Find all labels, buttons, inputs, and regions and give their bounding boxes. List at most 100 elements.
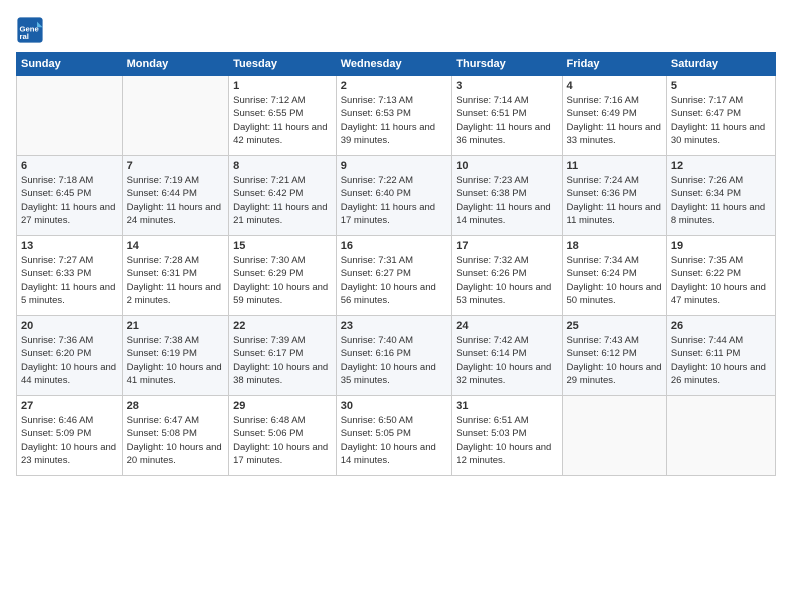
col-header-monday: Monday bbox=[122, 53, 229, 76]
day-cell: 7 Sunrise: 7:19 AMSunset: 6:44 PMDaylight… bbox=[122, 156, 229, 236]
day-number: 12 bbox=[671, 160, 771, 172]
day-number: 23 bbox=[341, 320, 448, 332]
day-info: Sunrise: 7:38 AMSunset: 6:19 PMDaylight:… bbox=[127, 334, 225, 387]
day-cell: 13 Sunrise: 7:27 AMSunset: 6:33 PMDayligh… bbox=[17, 236, 123, 316]
day-info: Sunrise: 6:50 AMSunset: 5:05 PMDaylight:… bbox=[341, 414, 448, 467]
svg-text:ral: ral bbox=[20, 32, 29, 41]
day-cell bbox=[17, 76, 123, 156]
day-number: 31 bbox=[456, 400, 557, 412]
day-cell: 8 Sunrise: 7:21 AMSunset: 6:42 PMDaylight… bbox=[229, 156, 337, 236]
day-info: Sunrise: 7:30 AMSunset: 6:29 PMDaylight:… bbox=[233, 254, 332, 307]
day-info: Sunrise: 7:42 AMSunset: 6:14 PMDaylight:… bbox=[456, 334, 557, 387]
day-cell: 26 Sunrise: 7:44 AMSunset: 6:11 PMDayligh… bbox=[666, 316, 775, 396]
day-cell: 28 Sunrise: 6:47 AMSunset: 5:08 PMDayligh… bbox=[122, 396, 229, 476]
day-cell bbox=[122, 76, 229, 156]
day-number: 2 bbox=[341, 80, 448, 92]
col-header-friday: Friday bbox=[562, 53, 666, 76]
day-number: 26 bbox=[671, 320, 771, 332]
day-number: 4 bbox=[567, 80, 662, 92]
week-row-3: 13 Sunrise: 7:27 AMSunset: 6:33 PMDayligh… bbox=[17, 236, 776, 316]
day-cell: 31 Sunrise: 6:51 AMSunset: 5:03 PMDayligh… bbox=[452, 396, 562, 476]
day-cell: 1Sunrise: 7:12 AMSunset: 6:55 PMDaylight… bbox=[229, 76, 337, 156]
day-cell: 12 Sunrise: 7:26 AMSunset: 6:34 PMDayligh… bbox=[666, 156, 775, 236]
day-info: Sunrise: 7:16 AMSunset: 6:49 PMDaylight:… bbox=[567, 94, 662, 147]
day-info: Sunrise: 7:36 AMSunset: 6:20 PMDaylight:… bbox=[21, 334, 118, 387]
day-number: 25 bbox=[567, 320, 662, 332]
day-number: 10 bbox=[456, 160, 557, 172]
day-cell: 29Sunrise: 6:48 AMSunset: 5:06 PMDayligh… bbox=[229, 396, 337, 476]
day-info: Sunrise: 6:47 AMSunset: 5:08 PMDaylight:… bbox=[127, 414, 225, 467]
day-info: Sunrise: 7:17 AMSunset: 6:47 PMDaylight:… bbox=[671, 94, 771, 147]
day-number: 21 bbox=[127, 320, 225, 332]
day-number: 18 bbox=[567, 240, 662, 252]
day-info: Sunrise: 7:13 AMSunset: 6:53 PMDaylight:… bbox=[341, 94, 448, 147]
day-info: Sunrise: 7:44 AMSunset: 6:11 PMDaylight:… bbox=[671, 334, 771, 387]
header: Gene ral bbox=[16, 16, 776, 44]
logo: Gene ral bbox=[16, 16, 48, 44]
day-cell: 19Sunrise: 7:35 AMSunset: 6:22 PMDayligh… bbox=[666, 236, 775, 316]
day-cell: 9 Sunrise: 7:22 AMSunset: 6:40 PMDaylight… bbox=[336, 156, 452, 236]
day-number: 17 bbox=[456, 240, 557, 252]
day-cell: 3Sunrise: 7:14 AMSunset: 6:51 PMDaylight… bbox=[452, 76, 562, 156]
day-info: Sunrise: 7:18 AMSunset: 6:45 PMDaylight:… bbox=[21, 174, 118, 227]
day-info: Sunrise: 7:31 AMSunset: 6:27 PMDaylight:… bbox=[341, 254, 448, 307]
day-info: Sunrise: 7:39 AMSunset: 6:17 PMDaylight:… bbox=[233, 334, 332, 387]
day-number: 30 bbox=[341, 400, 448, 412]
day-cell: 30 Sunrise: 6:50 AMSunset: 5:05 PMDayligh… bbox=[336, 396, 452, 476]
day-number: 28 bbox=[127, 400, 225, 412]
day-cell: 20 Sunrise: 7:36 AMSunset: 6:20 PMDayligh… bbox=[17, 316, 123, 396]
day-cell: 21 Sunrise: 7:38 AMSunset: 6:19 PMDayligh… bbox=[122, 316, 229, 396]
day-info: Sunrise: 7:32 AMSunset: 6:26 PMDaylight:… bbox=[456, 254, 557, 307]
day-info: Sunrise: 7:34 AMSunset: 6:24 PMDaylight:… bbox=[567, 254, 662, 307]
day-number: 11 bbox=[567, 160, 662, 172]
day-cell bbox=[666, 396, 775, 476]
col-header-thursday: Thursday bbox=[452, 53, 562, 76]
day-info: Sunrise: 7:40 AMSunset: 6:16 PMDaylight:… bbox=[341, 334, 448, 387]
day-cell: 4 Sunrise: 7:16 AMSunset: 6:49 PMDaylight… bbox=[562, 76, 666, 156]
day-number: 5 bbox=[671, 80, 771, 92]
day-cell: 6 Sunrise: 7:18 AMSunset: 6:45 PMDaylight… bbox=[17, 156, 123, 236]
day-cell: 23 Sunrise: 7:40 AMSunset: 6:16 PMDayligh… bbox=[336, 316, 452, 396]
day-info: Sunrise: 7:24 AMSunset: 6:36 PMDaylight:… bbox=[567, 174, 662, 227]
day-info: Sunrise: 7:22 AMSunset: 6:40 PMDaylight:… bbox=[341, 174, 448, 227]
col-header-tuesday: Tuesday bbox=[229, 53, 337, 76]
day-cell: 15 Sunrise: 7:30 AMSunset: 6:29 PMDayligh… bbox=[229, 236, 337, 316]
day-cell: 22 Sunrise: 7:39 AMSunset: 6:17 PMDayligh… bbox=[229, 316, 337, 396]
day-cell: 18 Sunrise: 7:34 AMSunset: 6:24 PMDayligh… bbox=[562, 236, 666, 316]
logo-icon: Gene ral bbox=[16, 16, 44, 44]
day-number: 3 bbox=[456, 80, 557, 92]
day-info: Sunrise: 7:27 AMSunset: 6:33 PMDaylight:… bbox=[21, 254, 118, 307]
day-cell: 25Sunrise: 7:43 AMSunset: 6:12 PMDayligh… bbox=[562, 316, 666, 396]
day-number: 6 bbox=[21, 160, 118, 172]
day-cell: 11 Sunrise: 7:24 AMSunset: 6:36 PMDayligh… bbox=[562, 156, 666, 236]
day-cell: 27 Sunrise: 6:46 AMSunset: 5:09 PMDayligh… bbox=[17, 396, 123, 476]
day-number: 20 bbox=[21, 320, 118, 332]
col-header-wednesday: Wednesday bbox=[336, 53, 452, 76]
day-cell bbox=[562, 396, 666, 476]
col-header-sunday: Sunday bbox=[17, 53, 123, 76]
day-info: Sunrise: 6:48 AMSunset: 5:06 PMDaylight:… bbox=[233, 414, 332, 467]
day-number: 22 bbox=[233, 320, 332, 332]
day-number: 24 bbox=[456, 320, 557, 332]
day-info: Sunrise: 7:21 AMSunset: 6:42 PMDaylight:… bbox=[233, 174, 332, 227]
day-info: Sunrise: 6:51 AMSunset: 5:03 PMDaylight:… bbox=[456, 414, 557, 467]
col-header-saturday: Saturday bbox=[666, 53, 775, 76]
day-number: 15 bbox=[233, 240, 332, 252]
day-cell: 24 Sunrise: 7:42 AMSunset: 6:14 PMDayligh… bbox=[452, 316, 562, 396]
week-row-2: 6 Sunrise: 7:18 AMSunset: 6:45 PMDaylight… bbox=[17, 156, 776, 236]
day-number: 9 bbox=[341, 160, 448, 172]
day-info: Sunrise: 7:26 AMSunset: 6:34 PMDaylight:… bbox=[671, 174, 771, 227]
day-number: 27 bbox=[21, 400, 118, 412]
header-row: SundayMondayTuesdayWednesdayThursdayFrid… bbox=[17, 53, 776, 76]
day-cell: 16Sunrise: 7:31 AMSunset: 6:27 PMDayligh… bbox=[336, 236, 452, 316]
day-cell: 5 Sunrise: 7:17 AMSunset: 6:47 PMDaylight… bbox=[666, 76, 775, 156]
day-cell: 10Sunrise: 7:23 AMSunset: 6:38 PMDayligh… bbox=[452, 156, 562, 236]
day-number: 8 bbox=[233, 160, 332, 172]
calendar-table: SundayMondayTuesdayWednesdayThursdayFrid… bbox=[16, 52, 776, 476]
day-info: Sunrise: 7:19 AMSunset: 6:44 PMDaylight:… bbox=[127, 174, 225, 227]
day-cell: 14Sunrise: 7:28 AMSunset: 6:31 PMDayligh… bbox=[122, 236, 229, 316]
week-row-4: 20 Sunrise: 7:36 AMSunset: 6:20 PMDayligh… bbox=[17, 316, 776, 396]
day-number: 7 bbox=[127, 160, 225, 172]
day-number: 13 bbox=[21, 240, 118, 252]
day-info: Sunrise: 6:46 AMSunset: 5:09 PMDaylight:… bbox=[21, 414, 118, 467]
